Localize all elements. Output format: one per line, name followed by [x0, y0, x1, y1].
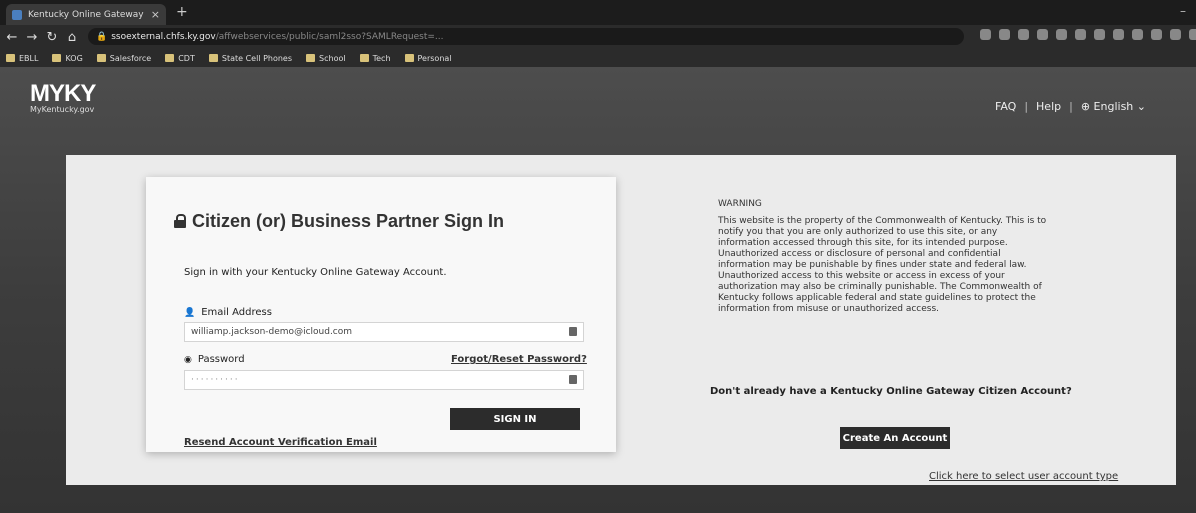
- warning-box: WARNING This website is the property of …: [718, 199, 1048, 315]
- logo-text: MYKY: [30, 80, 96, 107]
- reload-icon[interactable]: ↻: [44, 30, 60, 45]
- bookmark-label: School: [319, 53, 346, 63]
- password-label: ◉ Password: [184, 354, 245, 365]
- browser-toolbar: ← → ↻ ⌂ 🔒 ssoexternal.chfs.ky.gov/affweb…: [0, 25, 1196, 49]
- folder-icon: [6, 54, 15, 62]
- eye-icon[interactable]: ◉: [184, 355, 192, 365]
- email-label: 👤 Email Address: [184, 307, 272, 318]
- url-path: /affwebservices/public/saml2sso?SAMLRequ…: [215, 31, 444, 42]
- folder-icon: [96, 54, 106, 62]
- bookmark-label: Tech: [372, 53, 391, 63]
- folder-icon: [359, 54, 369, 62]
- folder-icon: [404, 54, 414, 62]
- bookmark-label: EBLL: [19, 53, 39, 63]
- url-host: ssoexternal.chfs.ky.gov: [111, 31, 216, 42]
- logo-subtext: MyKentucky.gov: [30, 105, 95, 114]
- myky-logo[interactable]: MYKY MyKentucky.gov: [30, 80, 96, 114]
- bookmark-folder[interactable]: Tech: [359, 53, 391, 63]
- password-manager-icon[interactable]: [569, 327, 577, 336]
- user-icon: 👤: [184, 307, 196, 318]
- page: MYKY MyKentucky.gov FAQ | Help | ⊕ Engli…: [0, 67, 1196, 513]
- language-selector[interactable]: ⊕ English ⌄: [1081, 100, 1146, 113]
- email-value: williamp.jackson-demo@icloud.com: [191, 327, 353, 337]
- bookmark-folder[interactable]: Personal: [404, 53, 452, 63]
- new-tab-button[interactable]: +: [176, 4, 188, 20]
- minimize-icon[interactable]: –: [1180, 4, 1186, 18]
- email-field[interactable]: williamp.jackson-demo@icloud.com: [184, 322, 584, 342]
- forward-arrow-icon[interactable]: →: [24, 30, 40, 45]
- extension-icons: [980, 29, 1196, 40]
- main-content: Citizen (or) Business Partner Sign In Si…: [66, 155, 1176, 485]
- address-url: ssoexternal.chfs.ky.gov/affwebservices/p…: [111, 32, 931, 42]
- faq-link[interactable]: FAQ: [995, 100, 1016, 113]
- extension-icon[interactable]: [1113, 29, 1124, 40]
- bookmark-label: CDT: [178, 53, 195, 63]
- profile-avatar-icon[interactable]: [1189, 29, 1196, 40]
- password-value: ··········: [191, 375, 240, 385]
- bookmark-folder[interactable]: CDT: [165, 54, 195, 63]
- signin-title: Citizen (or) Business Partner Sign In: [174, 211, 504, 232]
- address-bar[interactable]: 🔒 ssoexternal.chfs.ky.gov/affwebservices…: [88, 28, 964, 45]
- nav-separator: |: [1024, 100, 1029, 113]
- folder-icon: [208, 54, 218, 62]
- extension-icon[interactable]: [1151, 29, 1162, 40]
- chevron-down-icon: ⌄: [1133, 100, 1146, 113]
- home-icon[interactable]: ⌂: [64, 30, 80, 45]
- extension-icon[interactable]: [999, 29, 1010, 40]
- extension-icon[interactable]: [1056, 29, 1067, 40]
- lock-icon: [174, 213, 186, 228]
- tab-title: Kentucky Online Gateway: [28, 9, 144, 20]
- extension-icon[interactable]: [1170, 29, 1181, 40]
- globe-icon: ⊕: [1080, 100, 1094, 113]
- browser-tab[interactable]: Kentucky Online Gateway ×: [6, 4, 166, 25]
- top-nav: FAQ | Help | ⊕ English ⌄: [995, 100, 1146, 113]
- warning-heading: WARNING: [718, 199, 762, 209]
- email-label-text: Email Address: [201, 307, 272, 318]
- language-label: English: [1093, 100, 1134, 113]
- help-link[interactable]: Help: [1036, 100, 1061, 113]
- bookmarks-bar: EBLL KOG Salesforce CDT State Cell Phone…: [0, 49, 1196, 67]
- bookmark-folder[interactable]: State Cell Phones: [208, 53, 293, 63]
- select-account-type-link[interactable]: Click here to select user account type: [929, 471, 1118, 482]
- extension-icon[interactable]: [1132, 29, 1143, 40]
- forgot-password-link[interactable]: Forgot/Reset Password?: [451, 354, 587, 365]
- password-label-text: Password: [197, 354, 245, 365]
- bookmark-folder[interactable]: Salesforce: [96, 53, 152, 63]
- extension-icon[interactable]: [1037, 29, 1048, 40]
- site-favicon-icon: [12, 9, 22, 20]
- bookmark-folder[interactable]: KOG: [52, 53, 83, 63]
- bookmark-label: Salesforce: [109, 53, 152, 63]
- password-field[interactable]: ··········: [184, 370, 584, 390]
- folder-icon: [52, 54, 62, 62]
- signin-card: Citizen (or) Business Partner Sign In Si…: [146, 177, 616, 452]
- resend-verification-link[interactable]: Resend Account Verification Email: [184, 437, 377, 448]
- bookmark-label: State Cell Phones: [221, 53, 293, 63]
- register-prompt: Don't already have a Kentucky Online Gat…: [710, 386, 1072, 397]
- secure-lock-icon: 🔒: [96, 31, 108, 42]
- extension-icon[interactable]: [1094, 29, 1105, 40]
- folder-icon: [165, 54, 175, 62]
- folder-icon: [306, 54, 316, 62]
- create-account-button[interactable]: Create An Account: [840, 427, 950, 449]
- bookmark-folder[interactable]: School: [306, 54, 346, 63]
- bookmark-star-icon[interactable]: [980, 29, 991, 40]
- browser-tabbar: Kentucky Online Gateway × + –: [0, 0, 1196, 25]
- tab-close-icon[interactable]: ×: [151, 8, 160, 21]
- extension-icon[interactable]: [1075, 29, 1086, 40]
- signin-title-text: Citizen (or) Business Partner Sign In: [192, 211, 505, 231]
- password-manager-icon[interactable]: [569, 375, 577, 384]
- signin-subtitle: Sign in with your Kentucky Online Gatewa…: [184, 267, 447, 278]
- extension-icon[interactable]: [1018, 29, 1029, 40]
- bookmark-folder[interactable]: EBLL: [6, 54, 38, 63]
- nav-separator: |: [1069, 100, 1073, 113]
- warning-text: This website is the property of the Comm…: [718, 216, 1047, 314]
- signin-button[interactable]: SIGN IN: [450, 408, 580, 430]
- bookmark-label: Personal: [417, 53, 452, 63]
- bookmark-label: KOG: [65, 53, 83, 63]
- back-arrow-icon[interactable]: ←: [4, 30, 20, 45]
